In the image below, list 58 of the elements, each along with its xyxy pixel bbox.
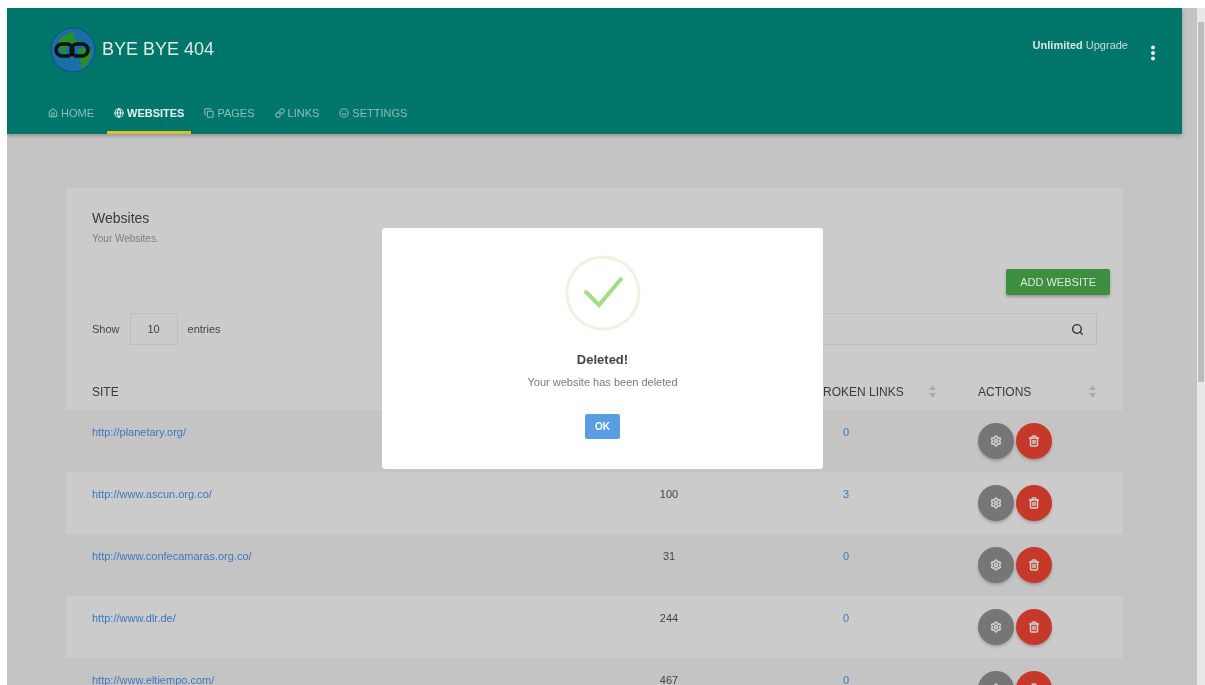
nav-tab[interactable]: PAGES (197, 91, 262, 134)
gear-icon (990, 435, 1002, 447)
nav-tab[interactable]: WEBSITES (107, 91, 192, 134)
broken-links-count[interactable]: 0 (842, 612, 850, 624)
gear-icon (990, 497, 1002, 509)
nav-tab[interactable]: LINKS (267, 91, 327, 134)
sort-icon[interactable] (929, 384, 936, 398)
dialog-message: Your website has been deleted (527, 376, 678, 388)
entries-label: entries (187, 323, 221, 335)
trash-icon (1028, 559, 1040, 571)
dialog-title: Deleted! (576, 352, 629, 367)
delete-button[interactable] (1016, 547, 1052, 583)
trash-icon (1028, 621, 1040, 633)
more-menu-icon[interactable] (1150, 45, 1156, 61)
site-link[interactable]: http://www.confecamaras.org.co/ (66, 534, 606, 562)
delete-button[interactable] (1016, 609, 1052, 645)
site-link[interactable]: http://www.ascun.org.co/ (66, 472, 606, 500)
home-icon (48, 107, 58, 118)
settings-button[interactable] (978, 485, 1014, 521)
scrollbar-thumb[interactable] (1198, 22, 1204, 382)
trash-icon (1028, 497, 1040, 509)
settings-button[interactable] (978, 547, 1014, 583)
add-website-button[interactable]: ADD WEBSITE (1006, 269, 1110, 295)
search-icon (1071, 322, 1084, 336)
broken-links-count[interactable]: 0 (842, 426, 850, 438)
broken-links-count[interactable]: 3 (842, 488, 850, 500)
card-subtitle: Your Websites. (92, 233, 160, 244)
globe-chain-logo (50, 26, 96, 73)
card-title: Websites (92, 210, 151, 226)
show-label: Show (92, 323, 120, 335)
table-cell: 31 (662, 550, 676, 562)
broken-links-count[interactable]: 0 (842, 550, 850, 562)
gear-icon (990, 559, 1002, 571)
ok-button[interactable]: OK (585, 414, 620, 439)
face-icon (339, 107, 350, 118)
globe-icon (114, 107, 124, 118)
nav-tab[interactable]: SETTINGS (332, 91, 415, 134)
success-check-icon (563, 254, 642, 332)
page-size-field[interactable]: 10 (129, 313, 178, 345)
nav-tab[interactable]: HOME (41, 91, 101, 134)
table-cell: 100 (659, 488, 679, 500)
settings-button[interactable] (978, 423, 1014, 459)
upgrade-link[interactable]: Unlimited Upgrade (1032, 39, 1128, 51)
table-cell: 244 (659, 612, 679, 624)
app-title: BYE BYE 404 (102, 39, 216, 60)
link-icon (274, 107, 285, 118)
table-cell: 467 (659, 674, 679, 685)
sort-icon[interactable] (1089, 384, 1096, 398)
column-header[interactable]: ACTIONS (978, 384, 1032, 399)
site-link[interactable]: http://www.dlr.de/ (66, 596, 606, 624)
column-header[interactable]: ROKEN LINKS (823, 384, 904, 399)
settings-button[interactable] (978, 609, 1014, 645)
gear-icon (990, 621, 1002, 633)
pages-icon (204, 107, 215, 118)
trash-icon (1028, 435, 1040, 447)
broken-links-count[interactable]: 0 (842, 674, 850, 685)
delete-button[interactable] (1016, 423, 1052, 459)
delete-button[interactable] (1016, 485, 1052, 521)
